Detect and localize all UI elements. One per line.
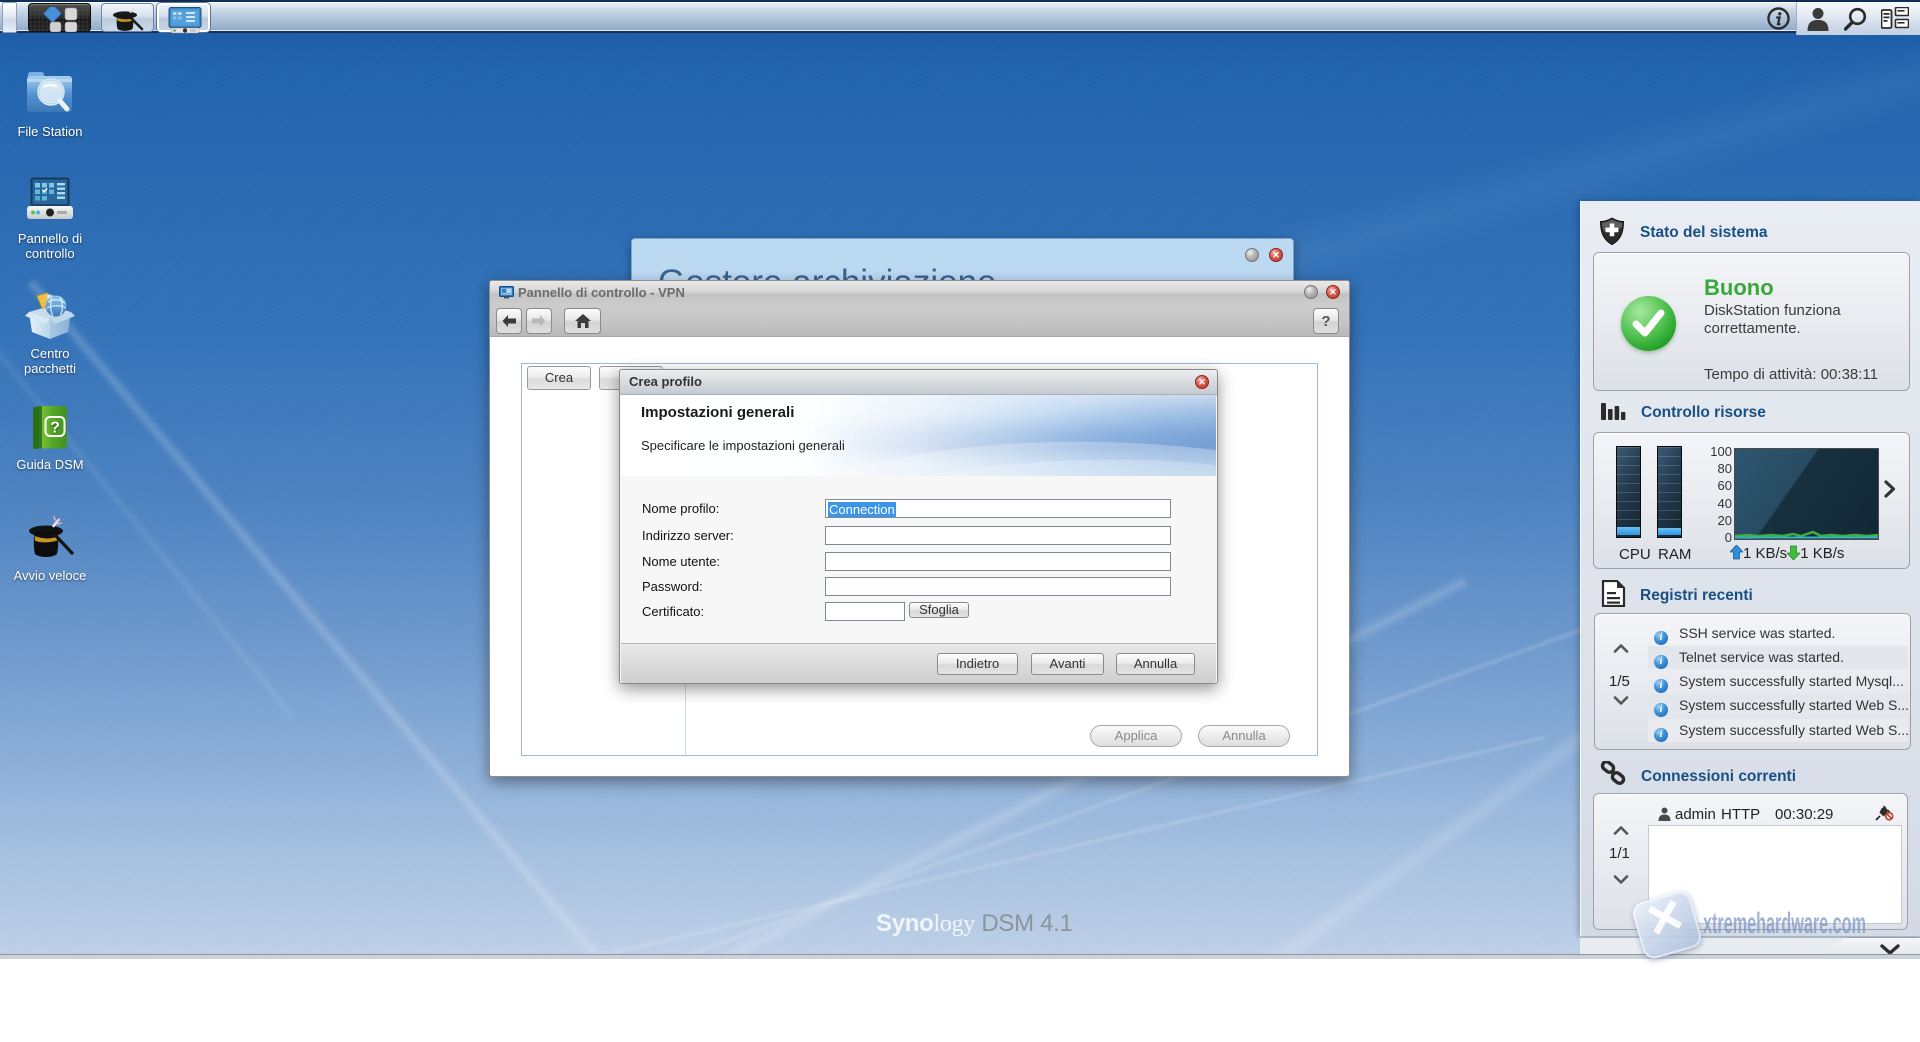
svg-text:?: ? (50, 420, 60, 437)
